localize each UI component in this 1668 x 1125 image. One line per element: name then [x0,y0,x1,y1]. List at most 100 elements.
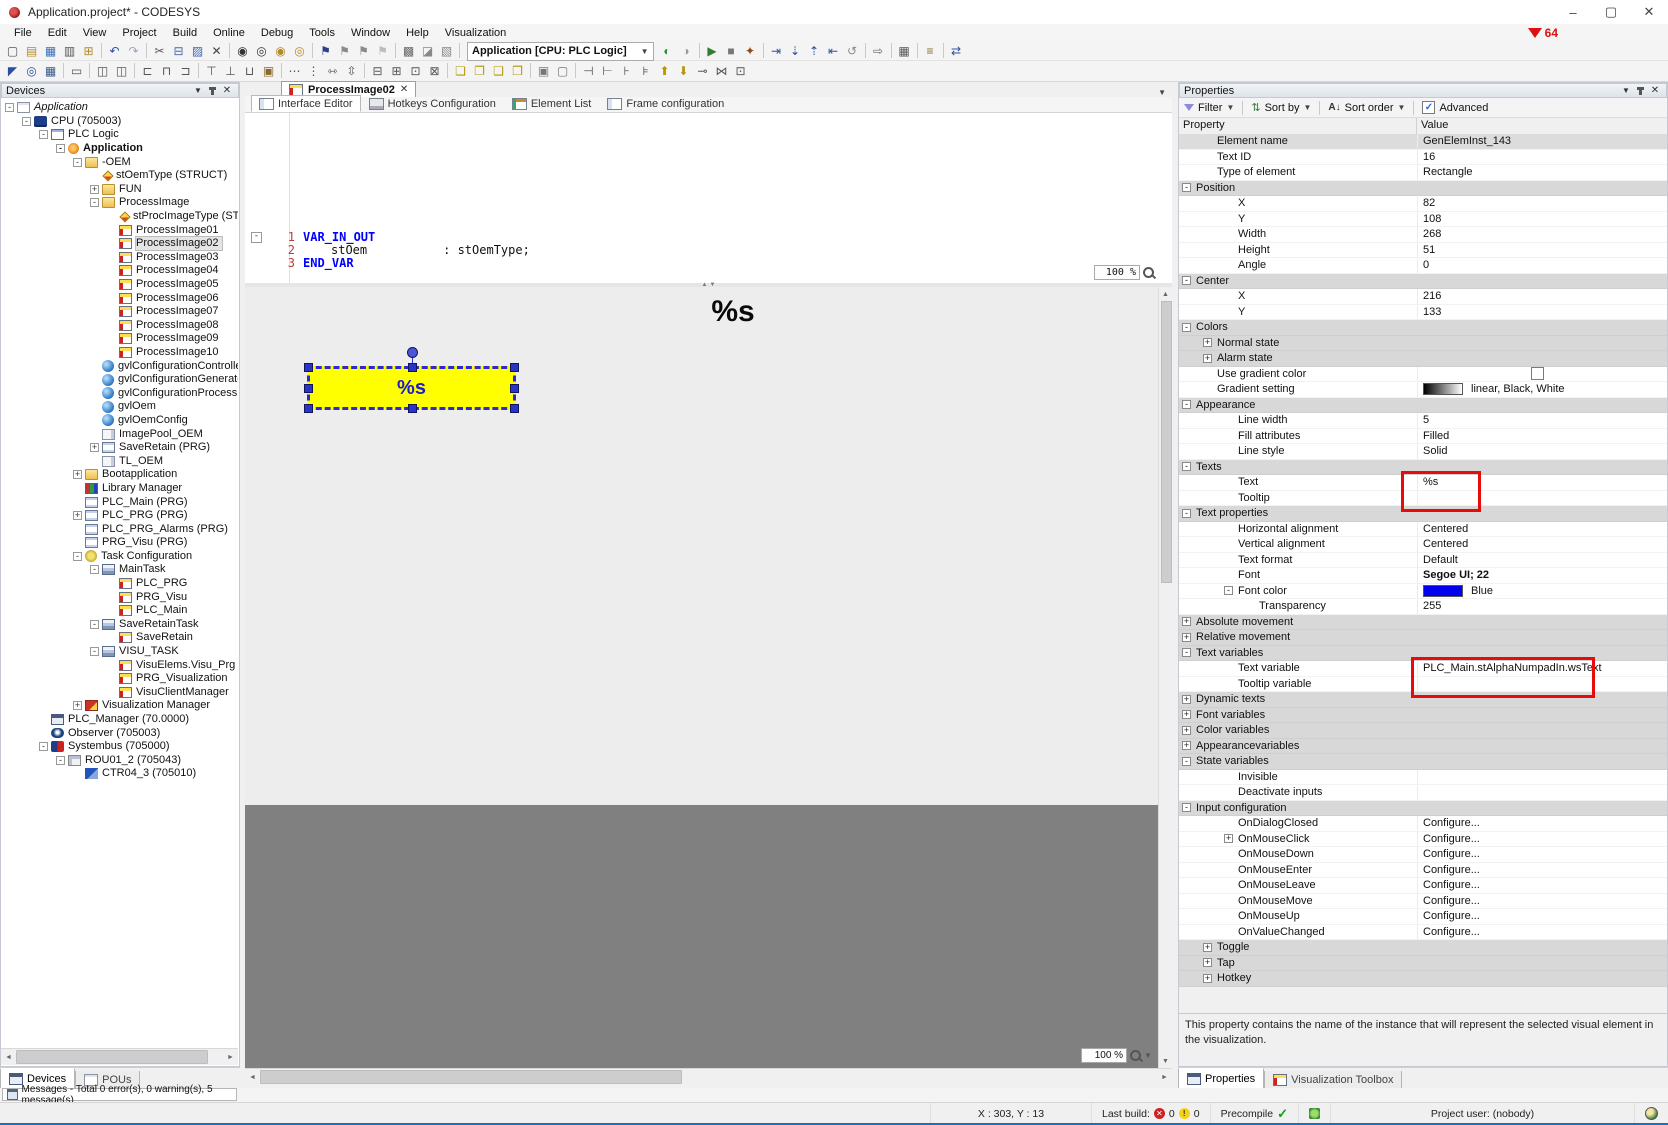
step-into-icon[interactable]: ⇣ [786,43,805,60]
tree-expander[interactable] [107,688,116,697]
scroll-up-icon[interactable]: ▲ [1159,287,1172,301]
tree-expander[interactable] [73,484,82,493]
tree-item[interactable]: - Application [1,142,238,156]
property-row[interactable]: + Toggle [1179,940,1667,956]
menu-item[interactable]: View [75,26,115,40]
bookmark-toggle-icon[interactable]: ⚑ [316,43,335,60]
tree-item[interactable]: gvlOemConfig [1,414,238,428]
property-expander[interactable] [1224,447,1233,456]
tree-expander[interactable]: - [39,742,48,752]
property-expander[interactable] [1224,540,1233,549]
tree-item[interactable]: ImagePool_OEM [1,427,238,441]
property-expander[interactable] [1224,214,1233,223]
tree-item[interactable]: PRG_Visu (PRG) [1,536,238,550]
tree-expander[interactable] [107,212,116,221]
bring-front-icon[interactable]: ❏ [451,63,470,80]
property-row[interactable]: Angle 0 [1179,258,1667,274]
scroll-thumb[interactable] [16,1050,208,1064]
tree-item[interactable]: ProcessImage02 [1,236,238,252]
tree-item[interactable]: gvlConfigurationGenerator [1,373,238,387]
same-width-icon[interactable]: ⊟ [368,63,387,80]
tree-expander[interactable]: - [73,157,82,167]
tree-expander[interactable] [107,266,116,275]
interface-editor-code[interactable]: - 1 VAR_IN_OUT 2 stOem : stOemType; 3 EN… [245,113,1172,283]
element-table-icon[interactable]: ▦ [41,63,60,80]
property-expander[interactable] [1224,245,1233,254]
property-value-cell[interactable]: 0 [1417,258,1667,273]
property-row[interactable]: OnMouseEnter Configure... [1179,862,1667,878]
distribute-h-icon[interactable]: ⋯ [285,63,304,80]
tree-item[interactable]: stProcImageType (STRUCT) [1,210,238,224]
tree-item[interactable]: PLC_Main (PRG) [1,495,238,509]
property-row[interactable]: Transparency 255 [1179,599,1667,615]
tree-item[interactable]: ProcessImage07 [1,305,238,319]
property-row[interactable]: Height 51 [1179,242,1667,258]
toolbox-icon[interactable]: ≡ [921,43,940,60]
bookmark-clear-icon[interactable]: ⚑ [373,43,392,60]
tab-list-dropdown-icon[interactable]: ▼ [1158,88,1166,97]
menu-item[interactable]: File [6,26,40,40]
tree-item[interactable]: PRG_Visualization [1,672,238,686]
toolbar-icon[interactable] [459,42,460,58]
bookmark-next-icon[interactable]: ⚑ [335,43,354,60]
property-value-cell[interactable]: 16 [1417,149,1667,164]
reset-size-icon[interactable]: ⊠ [425,63,444,80]
menu-item[interactable]: Online [205,26,253,40]
toolbar-icon[interactable] [198,62,199,78]
toolbar-icon[interactable] [575,62,576,78]
property-value-cell[interactable] [1417,801,1667,816]
property-expander[interactable]: + [1224,834,1233,844]
property-row[interactable]: Width 268 [1179,227,1667,243]
property-value-cell[interactable]: Configure... [1417,924,1667,939]
property-expander[interactable] [1224,199,1233,208]
tree-item[interactable]: - CPU (705003) [1,115,238,129]
property-expander[interactable] [1224,850,1233,859]
tree-item[interactable]: PRG_Visu [1,590,238,604]
property-row[interactable]: - Position [1179,180,1667,196]
tree-expander[interactable] [90,457,99,466]
tree-expander[interactable]: - [56,755,65,765]
file-small-icon[interactable]: ⊡ [731,63,750,80]
close-button[interactable]: ✕ [1630,0,1668,24]
step-out-icon[interactable]: ⇡ [805,43,824,60]
tree-expander[interactable] [73,498,82,507]
chevron-down-icon[interactable]: ▼ [1619,86,1633,95]
tree-item[interactable]: + Bootapplication [1,468,238,482]
tree-item[interactable]: ProcessImage05 [1,278,238,292]
property-expander[interactable]: - [1182,183,1191,193]
tree-expander[interactable]: + [73,511,82,521]
property-row[interactable]: OnMouseDown Configure... [1179,847,1667,863]
property-value-cell[interactable]: GenElemInst_143 [1417,134,1667,149]
property-value-cell[interactable]: Configure... [1417,878,1667,893]
property-expander[interactable] [1224,230,1233,239]
property-value-cell[interactable] [1417,615,1667,630]
tab-visualization-toolbox[interactable]: Visualization Toolbox [1264,1071,1403,1089]
property-expander[interactable]: + [1182,710,1191,720]
property-expander[interactable]: + [1203,973,1212,983]
sort-by-button[interactable]: Sort by [1265,102,1300,114]
property-value-cell[interactable]: Configure... [1417,893,1667,908]
property-expander[interactable]: - [1182,803,1191,813]
pin-icon[interactable] [1637,86,1644,95]
property-expander[interactable] [1224,912,1233,921]
delete-icon[interactable]: ✕ [207,43,226,60]
move-down-icon[interactable]: ⬇ [674,63,693,80]
open-project-icon[interactable]: ▤ [22,43,41,60]
menu-item[interactable]: Visualization [437,26,515,40]
property-value-cell[interactable]: Segoe UI; 22 [1417,568,1667,583]
tree-item[interactable]: PLC_PRG_Alarms (PRG) [1,522,238,536]
property-value-cell[interactable]: Configure... [1417,847,1667,862]
tree-item[interactable]: - Task Configuration [1,550,238,564]
property-row[interactable]: Invisible [1179,769,1667,785]
toolbar-icon[interactable] [364,62,365,78]
property-expander[interactable] [1224,664,1233,673]
column-header-property[interactable]: Property [1179,118,1417,134]
messages-bar[interactable]: Messages - Total 0 error(s), 0 warning(s… [2,1084,237,1106]
property-expander[interactable]: + [1182,632,1191,642]
tab-hotkeys-configuration[interactable]: Hotkeys Configuration [361,95,504,112]
align-left-icon[interactable]: ⊏ [138,63,157,80]
chevron-down-icon[interactable]: ▼ [1398,103,1406,112]
tree-item[interactable]: ProcessImage01 [1,223,238,237]
tab-interface-editor[interactable]: Interface Editor [251,95,361,112]
property-value-cell[interactable]: linear, Black, White [1417,382,1667,397]
